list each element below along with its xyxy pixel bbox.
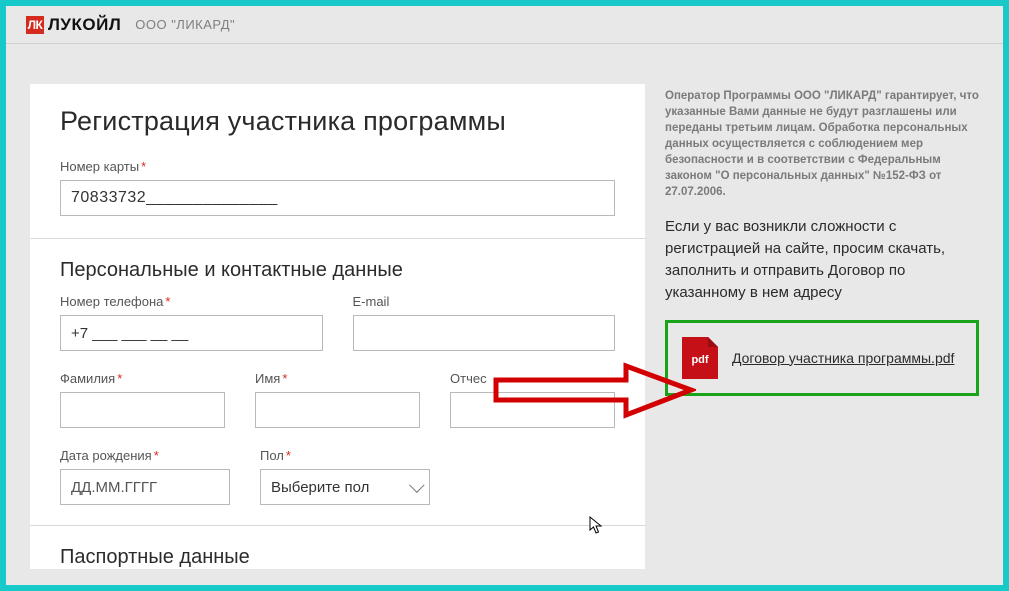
required-mark: * (141, 159, 146, 174)
required-mark: * (117, 371, 122, 386)
spacer (460, 448, 615, 505)
brand: ЛК ЛУКОЙЛ (26, 15, 121, 35)
name-label: Имя* (255, 371, 420, 386)
brand-logo-icon: ЛК (26, 16, 44, 34)
page-title: Регистрация участника программы (60, 106, 615, 137)
row-dob-gender: Дата рождения* ДД.ММ.ГГГГ Пол* Выберите … (60, 448, 615, 505)
row-phone-email: Номер телефона* E-mail (60, 294, 615, 351)
gender-field: Пол* Выберите пол (260, 448, 430, 505)
patronymic-input[interactable] (450, 392, 615, 428)
required-mark: * (286, 448, 291, 463)
surname-label: Фамилия* (60, 371, 225, 386)
dob-label: Дата рождения* (60, 448, 230, 463)
gender-select-wrap: Выберите пол (260, 469, 430, 505)
dob-label-text: Дата рождения (60, 448, 152, 463)
download-box: pdf Договор участника программы.pdf (665, 320, 979, 396)
phone-field: Номер телефона* (60, 294, 323, 351)
required-mark: * (282, 371, 287, 386)
card-number-label: Номер карты* (60, 159, 615, 174)
section-divider (30, 238, 645, 239)
section-heading-passport: Паспортные данные (60, 546, 615, 569)
patronymic-field: Отчес (450, 371, 615, 428)
app-frame: ЛК ЛУКОЙЛ ООО "ЛИКАРД" Регистрация участ… (0, 0, 1009, 591)
email-field: E-mail (353, 294, 616, 351)
phone-label: Номер телефона* (60, 294, 323, 309)
phone-label-text: Номер телефона (60, 294, 163, 309)
name-label-text: Имя (255, 371, 280, 386)
name-input[interactable] (255, 392, 420, 428)
surname-label-text: Фамилия (60, 371, 115, 386)
pdf-file-icon: pdf (682, 337, 718, 379)
phone-input[interactable] (60, 315, 323, 351)
pdf-badge-text: pdf (691, 354, 708, 366)
email-input[interactable] (353, 315, 616, 351)
download-contract-link[interactable]: Договор участника программы.pdf (732, 349, 954, 368)
card-number-field: Номер карты* (60, 159, 615, 216)
required-mark: * (165, 294, 170, 309)
gender-select[interactable]: Выберите пол (260, 469, 430, 505)
help-text: Если у вас возникли сложности с регистра… (665, 216, 979, 304)
disclaimer-text: Оператор Программы ООО "ЛИКАРД" гарантир… (665, 88, 979, 200)
card-number-label-text: Номер карты (60, 159, 139, 174)
card-number-input[interactable] (60, 180, 615, 216)
section-heading-personal: Персональные и контактные данные (60, 259, 615, 282)
gender-label-text: Пол (260, 448, 284, 463)
row-fio: Фамилия* Имя* Отчес (60, 371, 615, 428)
email-label: E-mail (353, 294, 616, 309)
dob-field: Дата рождения* ДД.ММ.ГГГГ (60, 448, 230, 505)
gender-label: Пол* (260, 448, 430, 463)
company-name: ООО "ЛИКАРД" (135, 17, 235, 32)
topbar: ЛК ЛУКОЙЛ ООО "ЛИКАРД" (6, 6, 1003, 44)
name-field: Имя* (255, 371, 420, 428)
section-divider (30, 525, 645, 526)
surname-input[interactable] (60, 392, 225, 428)
patronymic-label: Отчес (450, 371, 615, 386)
surname-field: Фамилия* (60, 371, 225, 428)
required-mark: * (154, 448, 159, 463)
brand-name: ЛУКОЙЛ (48, 15, 121, 35)
registration-form-panel: Регистрация участника программы Номер ка… (30, 84, 645, 569)
dob-input[interactable]: ДД.ММ.ГГГГ (60, 469, 230, 505)
content: Регистрация участника программы Номер ка… (6, 44, 1003, 569)
aside: Оператор Программы ООО "ЛИКАРД" гарантир… (665, 84, 979, 396)
